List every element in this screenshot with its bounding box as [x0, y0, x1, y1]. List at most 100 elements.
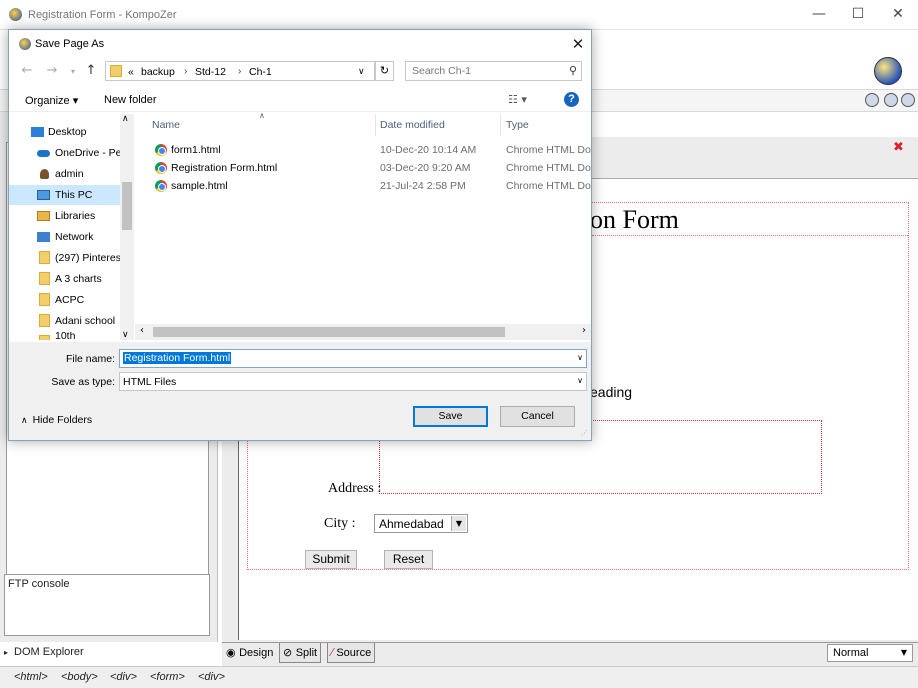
help-icon[interactable]: ?	[564, 92, 579, 107]
file-name: sample.html	[171, 180, 228, 192]
column-divider[interactable]	[500, 114, 501, 136]
reset-button[interactable]: Reset	[384, 550, 433, 569]
path-tag-form[interactable]: <form>	[150, 671, 185, 683]
scroll-up-icon[interactable]: ∧	[122, 114, 129, 124]
file-date: 10-Dec-20 10:14 AM	[380, 144, 477, 156]
tree-item-libraries[interactable]: Libraries	[9, 206, 121, 226]
this-pc-icon	[37, 190, 50, 200]
path-tag-div-inner[interactable]: <div>	[198, 671, 225, 683]
cancel-button[interactable]: Cancel	[500, 406, 575, 427]
tree-item-acpc[interactable]: ACPC	[9, 290, 121, 310]
address-bar[interactable]: « backup › Std-12 › Ch-1 ∨	[105, 61, 375, 81]
close-document-icon[interactable]: ✖	[893, 140, 904, 155]
organize-button[interactable]: Organize ▾	[25, 94, 78, 107]
up-arrow-icon[interactable]: ↑	[83, 63, 99, 78]
submit-button[interactable]: Submit	[305, 550, 357, 569]
scrollbar-thumb[interactable]	[153, 327, 505, 337]
new-folder-button[interactable]: New folder	[104, 94, 157, 106]
minimize-button[interactable]: —	[804, 6, 834, 22]
chevron-down-icon: ∨	[577, 376, 583, 385]
maximize-button[interactable]: ☐	[843, 6, 873, 22]
dialog-close-button[interactable]: ✕	[565, 34, 591, 54]
save-as-type-select[interactable]: HTML Files ∨	[119, 372, 587, 391]
dialog-footer: File name: Registration Form.html ∨ Save…	[9, 342, 591, 440]
file-name-label: File name:	[65, 353, 115, 365]
breadcrumb-separator-icon: ›	[238, 66, 242, 77]
back-arrow-icon[interactable]: ←	[19, 63, 35, 78]
file-row[interactable]: Registration Form.html 03-Dec-20 9:20 AM…	[135, 159, 591, 177]
recent-locations-chevron-icon[interactable]: ▾	[65, 67, 81, 76]
path-tag-html[interactable]: <html>	[14, 671, 48, 683]
tree-item-this-pc[interactable]: This PC	[9, 185, 121, 205]
tree-item-label: OneDrive - Pe	[55, 147, 121, 159]
folder-tree-scrollbar[interactable]: ∧ ∨	[120, 114, 134, 340]
file-name: form1.html	[171, 144, 221, 156]
scroll-right-icon[interactable]: ›	[582, 325, 586, 336]
tree-item-adani-school[interactable]: Adani school	[9, 311, 121, 331]
scrollbar-thumb[interactable]	[122, 182, 132, 230]
tree-item-network[interactable]: Network	[9, 227, 121, 247]
tree-item-a3-charts[interactable]: A 3 charts	[9, 269, 121, 289]
paragraph-format-value: Normal	[833, 647, 869, 659]
chevron-down-icon[interactable]: ∨	[577, 353, 583, 362]
tree-item-admin[interactable]: admin	[9, 164, 121, 184]
file-list-horizontal-scrollbar[interactable]: ‹ ›	[135, 324, 591, 340]
path-tag-body[interactable]: <body>	[61, 671, 98, 683]
tree-item-pinterest[interactable]: (297) Pinterest	[9, 248, 121, 268]
dom-explorer-toggle[interactable]: ▸ DOM Explorer	[4, 646, 210, 664]
hide-folders-button[interactable]: ∧ Hide Folders	[21, 414, 92, 426]
scroll-down-icon[interactable]: ∨	[122, 330, 129, 340]
user-icon	[40, 169, 49, 179]
search-input[interactable]: Search Ch-1 ⚲	[405, 61, 582, 81]
file-name-input[interactable]: Registration Form.html ∨	[119, 349, 587, 368]
breadcrumb-overflow[interactable]: «	[128, 66, 134, 78]
save-button[interactable]: Save	[413, 406, 488, 427]
file-name: Registration Form.html	[171, 162, 278, 174]
chevron-down-icon: ▼	[451, 516, 466, 531]
heading-outline	[592, 235, 908, 236]
scroll-left-icon[interactable]: ‹	[140, 325, 144, 336]
forward-arrow-icon[interactable]: →	[44, 63, 60, 78]
breadcrumb-std-12[interactable]: Std-12	[195, 66, 226, 78]
column-header-type[interactable]: Type	[506, 119, 529, 131]
hide-folders-label: Hide Folders	[32, 414, 93, 426]
change-view-icon[interactable]: ☷ ▾	[508, 93, 527, 106]
city-select[interactable]: Ahmedabad ▼	[374, 514, 468, 533]
breadcrumb-ch-1[interactable]: Ch-1	[249, 66, 272, 78]
style-icon[interactable]	[865, 93, 879, 107]
file-row[interactable]: sample.html 21-Jul-24 2:58 PM Chrome HTM…	[135, 177, 591, 195]
link-icon[interactable]	[884, 93, 898, 107]
column-divider[interactable]	[375, 114, 376, 136]
paragraph-format-select[interactable]: Normal ▼	[827, 644, 913, 662]
close-button[interactable]: ✕	[883, 6, 913, 22]
refresh-icon[interactable]: ↻	[375, 61, 394, 81]
chrome-html-file-icon	[155, 144, 167, 156]
anchor-icon[interactable]	[901, 93, 915, 107]
search-icon: ⚲	[568, 64, 577, 77]
tab-design[interactable]: ◉ Design	[223, 643, 277, 663]
file-list[interactable]: ∧ Name Date modified Type form1.html 10-…	[135, 111, 591, 340]
breadcrumb-backup[interactable]: backup	[141, 66, 175, 78]
column-header-name[interactable]: Name	[152, 119, 180, 131]
resize-grip-icon[interactable]: ⋰	[581, 429, 588, 437]
ftp-console[interactable]: FTP console	[4, 574, 210, 636]
desktop-icon	[31, 127, 44, 137]
path-tag-div[interactable]: <div>	[110, 671, 137, 683]
chrome-html-file-icon	[155, 180, 167, 192]
paragraph-visible-part: eading	[590, 384, 633, 400]
tree-item-desktop[interactable]: Desktop	[9, 122, 121, 142]
sort-ascending-icon: ∧	[259, 111, 265, 120]
tab-split[interactable]: ⊘ Split	[279, 643, 322, 663]
breadcrumb-separator-icon: ›	[184, 66, 188, 77]
tab-source[interactable]: ⁄ Source	[327, 643, 376, 663]
tree-item-onedrive[interactable]: OneDrive - Pe	[9, 143, 121, 163]
column-header-date-modified[interactable]: Date modified	[380, 119, 445, 131]
tree-item-10th[interactable]: 10th	[9, 332, 121, 340]
file-row[interactable]: form1.html 10-Dec-20 10:14 AM Chrome HTM…	[135, 141, 591, 159]
page-heading-visible-part: on Form	[590, 205, 679, 234]
file-name-value: Registration Form.html	[123, 352, 232, 364]
address-dropdown-chevron-icon[interactable]: ∨	[358, 67, 365, 77]
dialog-titlebar: Save Page As ✕	[9, 30, 591, 58]
kompozer-globe-icon[interactable]	[874, 57, 902, 85]
folder-tree[interactable]: Desktop OneDrive - Pe admin This PC Libr…	[9, 114, 134, 340]
